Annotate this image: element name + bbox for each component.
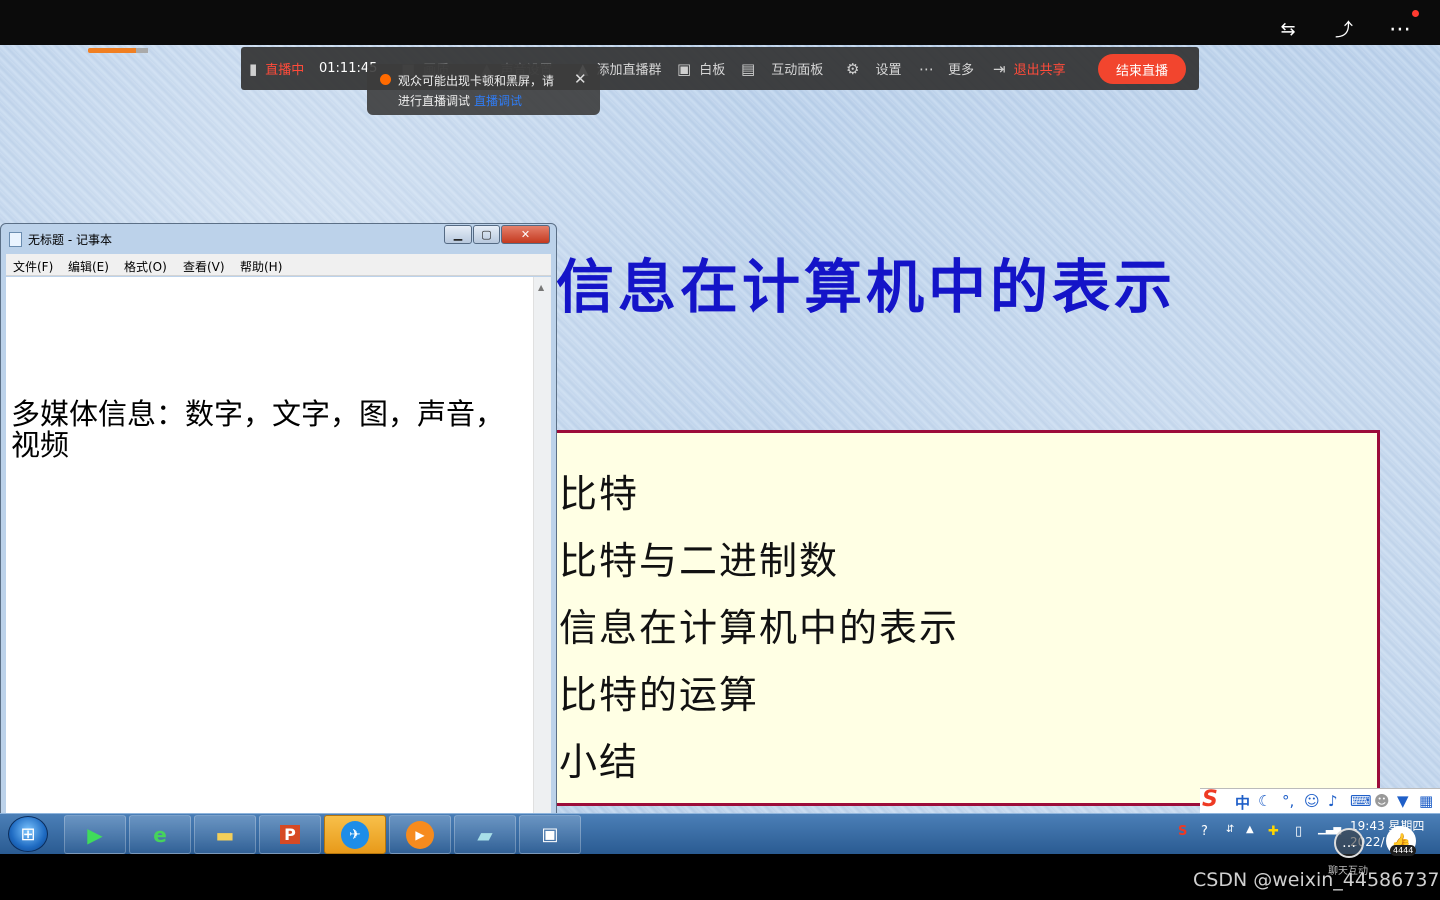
notice-popup: 观众可能出现卡顿和黑屏，请 进行直播调试 直播调试 ✕ bbox=[367, 64, 600, 115]
menu-edit[interactable]: 编辑(E) bbox=[68, 258, 109, 275]
notice-link[interactable]: 直播调试 bbox=[474, 94, 522, 108]
slide-item: 小结 bbox=[559, 740, 640, 784]
security-tray-icon[interactable]: ✚ bbox=[1268, 824, 1279, 839]
more-icon: ⋯ bbox=[919, 59, 934, 78]
progress-indicator bbox=[88, 48, 148, 53]
watermark: CSDN @weixin_44586737 bbox=[1193, 869, 1440, 891]
close-button[interactable]: ✕ bbox=[501, 225, 550, 244]
switch-camera-icon[interactable]: ⇆ bbox=[1274, 15, 1302, 43]
exit-icon: ⇥ bbox=[993, 59, 1006, 78]
more-button[interactable]: ⋯ 更多 bbox=[919, 47, 974, 90]
ime-toolbar: S 中 ☾ °, ☺ ♪ ⌨ ☻ ▼ ▦ bbox=[1200, 787, 1440, 814]
window-title: 无标题 - 记事本 bbox=[28, 233, 112, 247]
taskbar-feiyu-icon[interactable]: ✈ bbox=[324, 815, 386, 854]
punctuation-icon[interactable]: °, bbox=[1282, 792, 1294, 810]
top-bar: ⇆ ⤴ ⋯ bbox=[0, 0, 1440, 45]
taskbar-notepad-icon[interactable]: ▰ bbox=[454, 815, 516, 854]
grid-icon[interactable]: ▦ bbox=[1419, 792, 1433, 810]
menu-bar: 文件(F) 编辑(E) 格式(O) 查看(V) 帮助(H) bbox=[6, 254, 551, 276]
taskbar: ⊞ ▶ e ▬ P ✈ ▶ ▰ ▣ S ? ⇵ ▲ ✚ ▯ ▁▃▅ 19:43 … bbox=[0, 813, 1440, 854]
notepad-window: 无标题 - 记事本 ▁ ▢ ✕ 文件(F) 编辑(E) 格式(O) 查看(V) … bbox=[0, 223, 557, 815]
live-label: 直播中 bbox=[265, 63, 305, 78]
maximize-button[interactable]: ▢ bbox=[473, 225, 500, 244]
chat-icon: ▤ bbox=[741, 59, 756, 78]
taskbar-explorer-icon[interactable]: ▬ bbox=[194, 815, 256, 854]
taskbar-media-player-icon[interactable]: ▶ bbox=[64, 815, 126, 854]
text-line: 视频 bbox=[11, 428, 70, 462]
signal-icon: ▮ bbox=[249, 59, 258, 78]
network-tray-icon[interactable]: ⇵ bbox=[1226, 824, 1234, 835]
warning-icon bbox=[380, 74, 391, 85]
moon-icon[interactable]: ☾ bbox=[1258, 792, 1271, 810]
like-count-badge: 4444 bbox=[1390, 845, 1417, 856]
taskbar-ie-icon[interactable]: e bbox=[129, 815, 191, 854]
keyboard-icon[interactable]: ⌨ bbox=[1350, 792, 1372, 810]
notepad-icon bbox=[9, 232, 22, 247]
emoji-icon[interactable]: ☺ bbox=[1304, 792, 1320, 810]
menu-format[interactable]: 格式(O) bbox=[124, 258, 167, 275]
chevron-up-icon[interactable]: ▲ bbox=[1246, 824, 1254, 835]
settings-button[interactable]: ⚙ 设置 bbox=[846, 47, 901, 90]
text-line: 多媒体信息：数字，文字，图，声音， bbox=[11, 397, 505, 431]
sogou-icon[interactable]: S bbox=[1202, 787, 1218, 812]
minimize-button[interactable]: ▁ bbox=[444, 225, 472, 244]
device-tray-icon[interactable]: ▯ bbox=[1295, 824, 1302, 839]
slide-content-box: 比特 比特与二进制数 信息在计算机中的表示 比特的运算 小结 bbox=[548, 430, 1380, 806]
exit-share-button[interactable]: ⇥ 退出共享 bbox=[993, 47, 1066, 90]
ime-mode[interactable]: 中 bbox=[1235, 792, 1250, 813]
sogou-tray-icon[interactable]: S bbox=[1178, 824, 1187, 839]
screen: ⇆ ⤴ ⋯ 信息在计算机中的表示 比特 比特与二进制数 信息在计算机中的表示 比… bbox=[0, 0, 1440, 900]
scroll-up-icon[interactable]: ▲ bbox=[538, 283, 544, 292]
notice-text: 观众可能出现卡顿和黑屏，请 bbox=[398, 74, 555, 88]
gear-icon: ⚙ bbox=[846, 59, 860, 78]
text-editor[interactable]: 多媒体信息：数字，文字，图，声音， 视频 ▲ bbox=[6, 277, 551, 814]
scrollbar[interactable]: ▲ bbox=[533, 277, 551, 814]
help-tray-icon[interactable]: ? bbox=[1201, 824, 1208, 839]
interaction-panel-button[interactable]: ▤ 互动面板 bbox=[741, 47, 823, 90]
end-live-button[interactable]: 结束直播 bbox=[1098, 54, 1186, 84]
slide-item: 信息在计算机中的表示 bbox=[559, 606, 960, 650]
share-icon[interactable]: ⤴ bbox=[1330, 15, 1358, 43]
slide-title: 信息在计算机中的表示 bbox=[556, 253, 1177, 321]
menu-view[interactable]: 查看(V) bbox=[183, 258, 225, 275]
menu-help[interactable]: 帮助(H) bbox=[240, 258, 282, 275]
taskbar-slide-viewer-icon[interactable]: ▣ bbox=[519, 815, 581, 854]
chat-bubble-icon[interactable]: … bbox=[1334, 828, 1364, 858]
menu-file[interactable]: 文件(F) bbox=[13, 258, 53, 275]
user-icon[interactable]: ☻ bbox=[1374, 792, 1390, 810]
notification-dot bbox=[1412, 10, 1419, 17]
slide-item: 比特的运算 bbox=[559, 673, 760, 717]
mic-icon[interactable]: ♪ bbox=[1328, 792, 1338, 810]
taskbar-video-icon[interactable]: ▶ bbox=[389, 815, 451, 854]
whiteboard-icon: ▣ bbox=[677, 59, 692, 78]
close-icon[interactable]: ✕ bbox=[574, 70, 587, 88]
notice-text: 进行直播调试 直播调试 bbox=[398, 94, 523, 108]
taskbar-powerpoint-icon[interactable]: P bbox=[259, 815, 321, 854]
whiteboard-button[interactable]: ▣ 白板 bbox=[677, 47, 725, 90]
start-button[interactable]: ⊞ bbox=[8, 816, 48, 852]
live-status: ▮ 直播中 bbox=[249, 47, 304, 90]
skin-icon[interactable]: ▼ bbox=[1397, 792, 1409, 810]
slide-item: 比特与二进制数 bbox=[559, 539, 840, 583]
editor-content: 多媒体信息：数字，文字，图，声音， 视频 bbox=[11, 399, 531, 461]
slide-item: 比特 bbox=[559, 472, 640, 516]
more-icon[interactable]: ⋯ bbox=[1386, 15, 1414, 43]
